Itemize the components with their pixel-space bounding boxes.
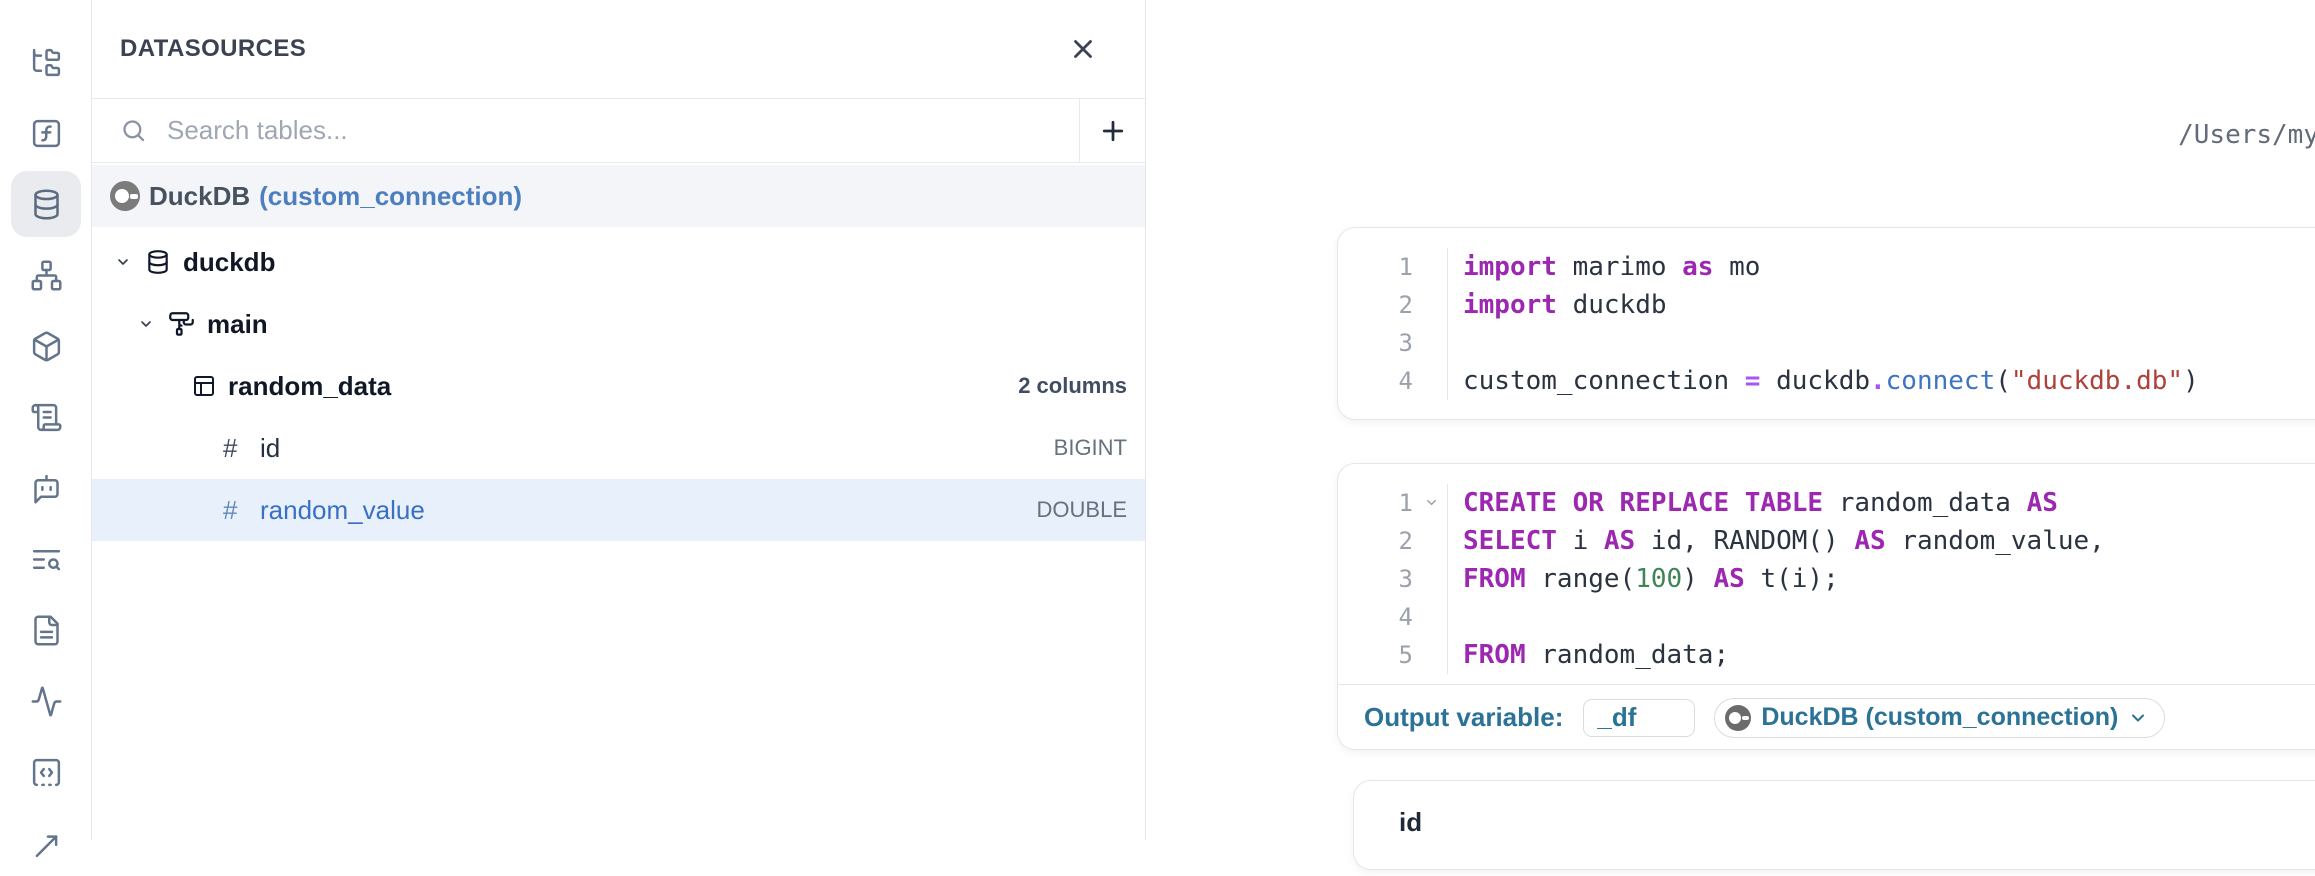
- schema-icon: [168, 311, 195, 338]
- column-datatype: DOUBLE: [1037, 497, 1127, 523]
- search-box: [92, 99, 1079, 162]
- packages-icon[interactable]: [11, 313, 81, 379]
- database-label: duckdb: [183, 247, 275, 278]
- line-number-gutter: 1 2 3 4: [1338, 248, 1448, 400]
- hash-icon: #: [223, 495, 240, 526]
- file-text-icon[interactable]: [11, 597, 81, 663]
- plus-icon: [1098, 116, 1128, 146]
- column-datatype: BIGINT: [1054, 435, 1127, 461]
- datasources-panel: DATASOURCES DuckDB (custom_connection): [92, 0, 1146, 840]
- code-cell-sql[interactable]: 1 2 3 4 5 CREATE OR REPLACE TABLE random…: [1337, 463, 2315, 750]
- chevron-down-icon[interactable]: [138, 316, 154, 332]
- datasources-icon[interactable]: [11, 171, 81, 237]
- connection-dropdown[interactable]: DuckDB (custom_connection): [1714, 698, 2165, 738]
- search-row: [92, 99, 1145, 163]
- result-table[interactable]: id: [1353, 780, 2315, 870]
- add-datasource-button[interactable]: [1079, 99, 1145, 162]
- search-input[interactable]: [167, 115, 1079, 146]
- tree-row-database[interactable]: duckdb: [92, 231, 1145, 293]
- panel-header: DATASOURCES: [92, 0, 1145, 99]
- connection-name[interactable]: (custom_connection): [259, 181, 522, 212]
- line-number: 1: [1338, 484, 1413, 522]
- cut-off-icon[interactable]: [11, 810, 81, 876]
- line-number: 5: [1338, 636, 1413, 674]
- line-number: 3: [1338, 324, 1413, 362]
- table-column-count: 2 columns: [1018, 373, 1127, 399]
- file-path: /Users/my: [2178, 120, 2315, 150]
- code-cell-python[interactable]: 1 2 3 4 import marimo as mo import duckd…: [1337, 227, 2315, 420]
- output-variable-input[interactable]: _df: [1583, 699, 1695, 737]
- tree-row-schema[interactable]: main: [92, 293, 1145, 355]
- hash-icon: #: [223, 433, 240, 464]
- search-icon: [120, 117, 147, 144]
- output-variable-label: Output variable:: [1364, 702, 1563, 733]
- fold-chevron-down-icon[interactable]: [1424, 495, 1439, 510]
- close-panel-button[interactable]: [1061, 27, 1105, 71]
- connection-row[interactable]: DuckDB (custom_connection): [92, 165, 1145, 227]
- column-label: random_value: [260, 495, 425, 526]
- chevron-down-icon[interactable]: [115, 254, 131, 270]
- line-number: 4: [1338, 362, 1413, 400]
- column-label: id: [260, 433, 280, 464]
- close-icon: [1068, 34, 1098, 64]
- line-number: 3: [1338, 560, 1413, 598]
- code-editor[interactable]: CREATE OR REPLACE TABLE random_data AS S…: [1448, 484, 2315, 674]
- result-table-column-header: id: [1399, 807, 2315, 838]
- sql-cell-footer: Output variable: _df DuckDB (custom_conn…: [1338, 685, 2315, 750]
- connection-engine: DuckDB: [149, 181, 250, 212]
- tree-row-column-random-value[interactable]: # random_value DOUBLE: [92, 479, 1145, 541]
- code-editor[interactable]: import marimo as mo import duckdb custom…: [1448, 248, 2315, 400]
- page-title: DATASOURCES: [120, 35, 306, 63]
- list-search-icon[interactable]: [11, 526, 81, 592]
- connection-dropdown-label: DuckDB (custom_connection): [1761, 703, 2118, 732]
- line-number-gutter: 1 2 3 4 5: [1338, 484, 1448, 674]
- tree-row-column-id[interactable]: # id BIGINT: [92, 417, 1145, 479]
- duckdb-logo: [1725, 705, 1751, 731]
- chevron-down-icon: [2128, 708, 2148, 728]
- line-number: 2: [1338, 286, 1413, 324]
- scroll-text-icon[interactable]: [11, 384, 81, 450]
- datasource-tree: duckdb main random_data 2 columns # id B…: [92, 231, 1145, 541]
- line-number: 4: [1338, 598, 1413, 636]
- table-label: random_data: [228, 371, 391, 402]
- duckdb-logo: [110, 181, 140, 211]
- snippets-code-icon[interactable]: [11, 739, 81, 805]
- activity-rail: [0, 0, 92, 840]
- line-number: 2: [1338, 522, 1413, 560]
- chat-bot-icon[interactable]: [11, 455, 81, 521]
- file-tree-icon[interactable]: [11, 29, 81, 95]
- activity-icon[interactable]: [11, 668, 81, 734]
- dependencies-icon[interactable]: [11, 242, 81, 308]
- tree-row-table[interactable]: random_data 2 columns: [92, 355, 1145, 417]
- table-icon: [192, 374, 216, 398]
- database-icon: [145, 249, 171, 275]
- line-number: 1: [1338, 248, 1413, 286]
- notebook-area: /Users/my 1 2 3 4 import marimo as mo im…: [1146, 0, 2315, 840]
- schema-label: main: [207, 309, 268, 340]
- function-square-icon[interactable]: [11, 100, 81, 166]
